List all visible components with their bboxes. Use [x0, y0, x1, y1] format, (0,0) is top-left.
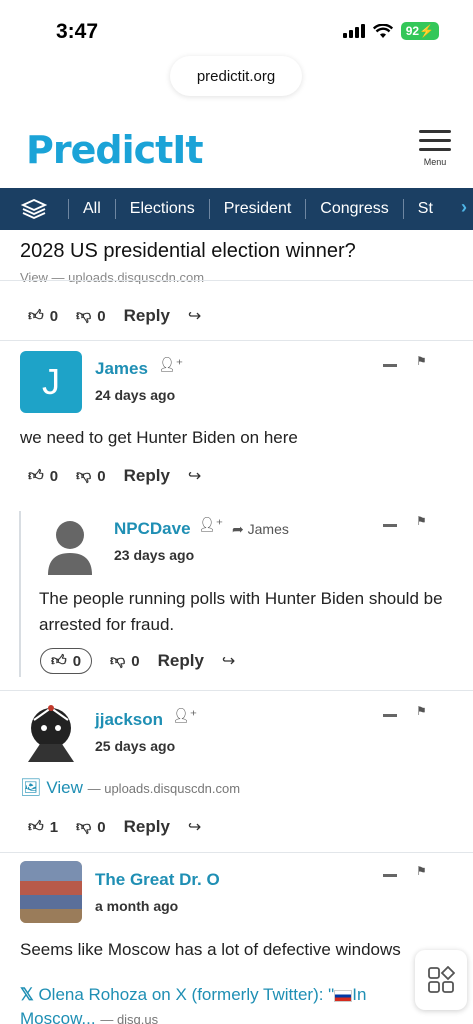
follow-user-icon[interactable]: 👤︎⁺ [198, 516, 223, 533]
nav-item-president[interactable]: President [210, 200, 306, 218]
follow-user-icon[interactable]: 👤︎⁺ [172, 707, 197, 724]
market-title: 2028 US presidential election winner? [20, 240, 356, 262]
comment-divider [0, 340, 473, 341]
reply-to[interactable]: ➦ James [232, 521, 289, 538]
share-icon[interactable]: ↪ [222, 651, 235, 671]
nav-item-states[interactable]: St [404, 200, 447, 218]
downvote-button[interactable]: 👎︎ 0 [110, 652, 140, 670]
avatar[interactable] [20, 861, 82, 923]
comment-text: The people running polls with Hunter Bid… [39, 589, 443, 634]
category-nav: All Elections President Congress St › [0, 188, 473, 230]
image-icon: 🖼︎ [20, 778, 42, 797]
title-divider [0, 280, 473, 281]
media-link[interactable]: 🖼︎ View — uploads.disquscdn.com [20, 778, 240, 798]
thumbs-up-icon: 👍︎ [28, 818, 44, 835]
comment-divider [0, 852, 473, 853]
share-icon[interactable]: ↪ [188, 466, 201, 486]
comment-author[interactable]: The Great Dr. O [95, 870, 220, 890]
comment-time[interactable]: a month ago [95, 898, 178, 914]
site-logo[interactable]: PredictIt [26, 128, 204, 172]
flag-icon[interactable]: ⚑ [416, 864, 427, 878]
comment-actions: 👍︎ 0 👎︎ 0 Reply ↪ [28, 306, 201, 326]
flag-icon[interactable]: ⚑ [416, 514, 427, 528]
status-time: 3:47 [56, 20, 99, 43]
comment-text: Seems like Moscow has a lot of defective… [20, 940, 401, 959]
comment-divider [0, 690, 473, 691]
grid-icon [428, 966, 455, 993]
menu-label: Menu [423, 157, 447, 167]
site-header: PredictIt Menu [0, 120, 473, 186]
comment-author[interactable]: jjackson [95, 710, 163, 730]
follow-user-icon[interactable]: 👤︎⁺ [158, 356, 183, 373]
menu-button[interactable]: Menu [419, 130, 451, 167]
wifi-icon [372, 23, 393, 38]
avatar[interactable] [20, 700, 82, 762]
comment-time[interactable]: 23 days ago [114, 547, 194, 563]
apps-grid-button[interactable] [415, 950, 467, 1010]
partial-link[interactable]: View — uploads.disquscdn.com [20, 270, 204, 284]
upvote-button[interactable]: 👍︎ 0 [28, 467, 58, 485]
avatar[interactable] [44, 515, 96, 577]
comment-time[interactable]: 24 days ago [95, 387, 175, 403]
comment-text: we need to get Hunter Biden on here [20, 428, 298, 447]
flag-icon[interactable]: ⚑ [416, 354, 427, 368]
status-bar: 3:47 92⚡ [0, 0, 473, 56]
upvote-button[interactable]: 👍︎ 0 [40, 648, 93, 674]
thumbs-up-icon: 👍︎ [28, 467, 44, 484]
upvote-button[interactable]: 👍︎ 1 [28, 818, 58, 836]
collapse-icon[interactable] [383, 524, 397, 527]
downvote-button[interactable]: 👎︎ 0 [76, 307, 106, 325]
layers-icon[interactable] [0, 198, 68, 220]
collapse-icon[interactable] [383, 714, 397, 717]
thumbs-down-icon: 👎︎ [76, 818, 92, 835]
comment-author[interactable]: NPCDave [114, 519, 191, 539]
comment-actions: 👍︎ 1 👎︎ 0 Reply ↪ [28, 817, 201, 837]
downvote-button[interactable]: 👎︎ 0 [76, 467, 106, 485]
nav-item-congress[interactable]: Congress [306, 200, 402, 218]
x-logo-icon: 𝕏 [20, 985, 34, 1004]
thumbs-up-icon: 👍︎ [28, 307, 44, 324]
comment-author[interactable]: James [95, 359, 148, 379]
battery-indicator: 92⚡ [400, 22, 439, 40]
share-icon[interactable]: ↪ [188, 817, 201, 837]
thumbs-up-icon: 👍︎ [51, 652, 67, 669]
thumbs-down-icon: 👎︎ [76, 307, 92, 324]
collapse-icon[interactable] [383, 874, 397, 877]
reply-button[interactable]: Reply [124, 466, 170, 486]
comment-time[interactable]: 25 days ago [95, 738, 175, 754]
url-bar[interactable]: predictit.org [170, 56, 302, 96]
collapse-icon[interactable] [383, 364, 397, 367]
downvote-button[interactable]: 👎︎ 0 [76, 818, 106, 836]
reply-thread-line [19, 511, 21, 677]
status-icons: 92⚡ [342, 22, 439, 40]
share-icon[interactable]: ↪ [188, 306, 201, 326]
reply-button[interactable]: Reply [158, 651, 204, 671]
comment-actions: 👍︎ 0 👎︎ 0 Reply ↪ [28, 466, 201, 486]
nav-item-all[interactable]: All [69, 200, 115, 218]
flag-russia-icon [334, 989, 353, 1002]
flag-icon[interactable]: ⚑ [416, 704, 427, 718]
nav-item-elections[interactable]: Elections [116, 200, 209, 218]
reply-button[interactable]: Reply [124, 306, 170, 326]
tweet-link[interactable]: 𝕏 Olena Rohoza on X (formerly Twitter): … [20, 983, 410, 1024]
reply-button[interactable]: Reply [124, 817, 170, 837]
nav-scroll-right-icon[interactable]: › [461, 197, 467, 218]
thumbs-down-icon: 👎︎ [110, 652, 126, 669]
thumbs-down-icon: 👎︎ [76, 467, 92, 484]
upvote-button[interactable]: 👍︎ 0 [28, 307, 58, 325]
avatar[interactable]: J [20, 351, 82, 413]
signal-icon [342, 24, 365, 38]
comment-actions: 👍︎ 0 👎︎ 0 Reply ↪ [40, 648, 235, 674]
